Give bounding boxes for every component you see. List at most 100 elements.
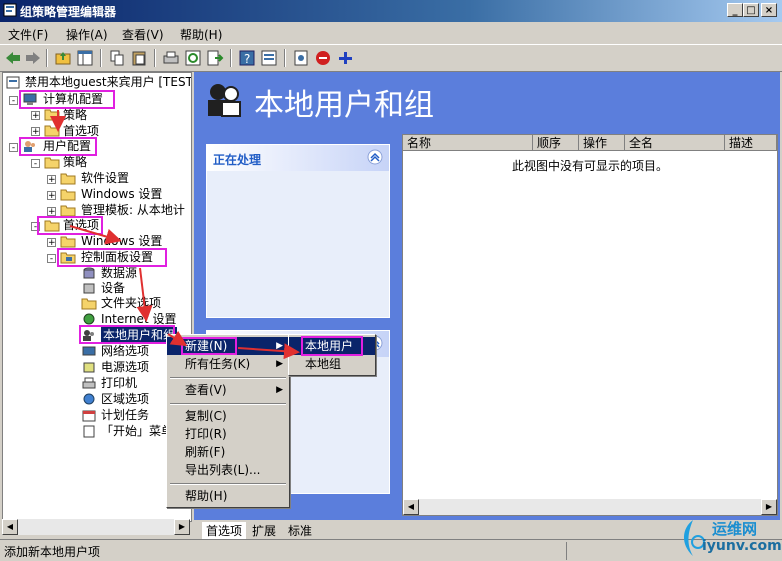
submenu-local-group[interactable]: 本地组 (289, 355, 375, 373)
empty-list-message: 此视图中没有可显示的项目。 (511, 159, 668, 173)
tree-policy[interactable]: 策略 (63, 107, 87, 123)
tree-root[interactable]: 禁用本地guest来宾用户 [TEST- (25, 74, 191, 90)
tree-leaf-devices[interactable]: 设备 (101, 280, 125, 296)
expand-software-settings[interactable]: + (47, 175, 56, 185)
column-header-name[interactable]: 名称 (403, 135, 533, 151)
minimize-button[interactable]: _ (727, 3, 743, 17)
tab-preferences[interactable]: 首选项 (202, 522, 247, 539)
window-title: 组策略管理编辑器 (20, 5, 117, 19)
highlight-box (79, 325, 175, 344)
menu-help[interactable]: 帮助(H) (180, 26, 222, 43)
menu-copy[interactable]: 复制(C) (167, 407, 289, 425)
menu-refresh[interactable]: 刷新(F) (167, 443, 289, 461)
expand-policy[interactable]: + (31, 111, 40, 121)
watermark-title: 运维网 (712, 520, 758, 538)
toolbar: ? (0, 44, 782, 72)
forward-icon[interactable] (24, 49, 42, 67)
view-icon[interactable] (292, 49, 310, 67)
help-icon[interactable]: ? (238, 49, 256, 67)
folder-options-icon (81, 298, 97, 310)
properties-icon[interactable] (260, 49, 278, 67)
column-header-action[interactable]: 操作 (579, 135, 625, 151)
tree-software-settings[interactable]: 软件设置 (81, 170, 129, 186)
gpo-icon (6, 76, 20, 89)
show-hide-tree-icon[interactable] (76, 49, 94, 67)
console-tree: 禁用本地guest来宾用户 [TEST- - 计算机配置 + 策略 + 首选项 … (2, 72, 192, 522)
status-text: 添加新本地用户项 (4, 545, 101, 559)
folder-icon (44, 125, 60, 137)
highlight-box (181, 337, 237, 355)
tree-leaf-power-options[interactable]: 电源选项 (101, 359, 149, 375)
start-menu-icon (83, 425, 95, 438)
column-header-description[interactable]: 描述 (725, 135, 777, 151)
up-folder-icon[interactable] (54, 49, 72, 67)
menu-separator (170, 377, 286, 379)
delete-icon[interactable] (314, 49, 332, 67)
expand-pref-windows-settings[interactable]: + (47, 238, 56, 248)
collapse-computer-config[interactable]: - (9, 96, 18, 106)
list-scroll-left-button[interactable]: ◀ (403, 499, 419, 515)
menu-export-list[interactable]: 导出列表(L)... (167, 461, 289, 479)
tree-leaf-data-source[interactable]: 数据源 (101, 265, 137, 281)
collapse-user-policy[interactable]: - (31, 159, 40, 169)
menu-action[interactable]: 操作(A) (66, 26, 108, 43)
add-icon[interactable] (336, 49, 354, 67)
collapse-user-config[interactable]: - (9, 143, 18, 153)
device-icon (83, 283, 95, 294)
task-panel-title: 正在处理 (213, 153, 262, 167)
tree-leaf-scheduled-tasks[interactable]: 计划任务 (101, 407, 149, 423)
menu-all-tasks-label: 所有任务(K) (185, 357, 251, 371)
tree-leaf-start-menu[interactable]: 「开始」菜单 (101, 423, 173, 439)
title-bar: 组策略管理编辑器 _ □ × (0, 0, 782, 22)
items-list[interactable]: 名称 顺序 操作 全名 描述 此视图中没有可显示的项目。 ◀ ▶ (402, 134, 778, 516)
tab-standard[interactable]: 标准 (288, 522, 312, 539)
power-options-icon (83, 362, 95, 373)
menu-view-label: 查看(V) (185, 383, 227, 397)
submenu-arrow-icon: ▶ (276, 341, 283, 351)
collapse-control-panel[interactable]: - (47, 254, 56, 264)
menu-help-ctx[interactable]: 帮助(H) (167, 487, 289, 505)
tree-leaf-network-options[interactable]: 网络选项 (101, 343, 149, 359)
menu-bar: 文件(F) 操作(A) 查看(V) 帮助(H) (0, 22, 782, 44)
expand-admin-templates[interactable]: + (47, 207, 56, 217)
tree-leaf-regional-options[interactable]: 区域选项 (101, 391, 149, 407)
menu-print[interactable]: 打印(R) (167, 425, 289, 443)
maximize-button[interactable]: □ (743, 3, 759, 17)
refresh-icon[interactable] (184, 49, 202, 67)
back-icon[interactable] (4, 49, 22, 67)
menu-file[interactable]: 文件(F) (8, 26, 48, 43)
expand-windows-settings[interactable]: + (47, 191, 56, 201)
scheduled-tasks-icon (82, 410, 96, 422)
regional-options-icon (83, 393, 95, 405)
copy-icon[interactable] (108, 49, 126, 67)
column-header-order[interactable]: 顺序 (533, 135, 579, 151)
tree-leaf-printers[interactable]: 打印机 (101, 375, 137, 391)
tree-horizontal-scrollbar[interactable]: ◀ ▶ (2, 519, 190, 535)
tree-windows-settings[interactable]: Windows 设置 (81, 186, 162, 202)
watermark: 运维网 iyunv.com (676, 514, 782, 560)
collapse-icon[interactable] (367, 149, 383, 165)
list-horizontal-scrollbar[interactable]: ◀ ▶ (403, 499, 777, 515)
tab-extended[interactable]: 扩展 (252, 522, 276, 539)
column-header-full-name[interactable]: 全名 (625, 135, 725, 151)
close-button[interactable]: × (761, 3, 777, 17)
tree-leaf-folder-options[interactable]: 文件夹选项 (101, 295, 161, 311)
network-options-icon (82, 346, 96, 356)
paste-icon[interactable] (130, 49, 148, 67)
print-icon[interactable] (162, 49, 180, 67)
expand-preferences[interactable]: + (31, 127, 40, 137)
list-scroll-right-button[interactable]: ▶ (761, 499, 777, 515)
folder-icon (44, 157, 60, 169)
menu-view[interactable]: 查看(V) (122, 26, 164, 43)
scroll-right-button[interactable]: ▶ (174, 519, 190, 535)
submenu-arrow-icon: ▶ (276, 385, 283, 395)
tree-user-policy[interactable]: 策略 (63, 154, 87, 170)
export-list-icon[interactable] (206, 49, 224, 67)
menu-separator (170, 403, 286, 405)
scroll-left-button[interactable]: ◀ (2, 519, 18, 535)
highlight-box (301, 336, 363, 356)
status-bar: 添加新本地用户项 (0, 539, 782, 561)
menu-all-tasks[interactable]: 所有任务(K) ▶ (167, 355, 289, 373)
menu-view-sub[interactable]: 查看(V) ▶ (167, 381, 289, 399)
tree-pref-windows-settings[interactable]: Windows 设置 (81, 233, 162, 249)
